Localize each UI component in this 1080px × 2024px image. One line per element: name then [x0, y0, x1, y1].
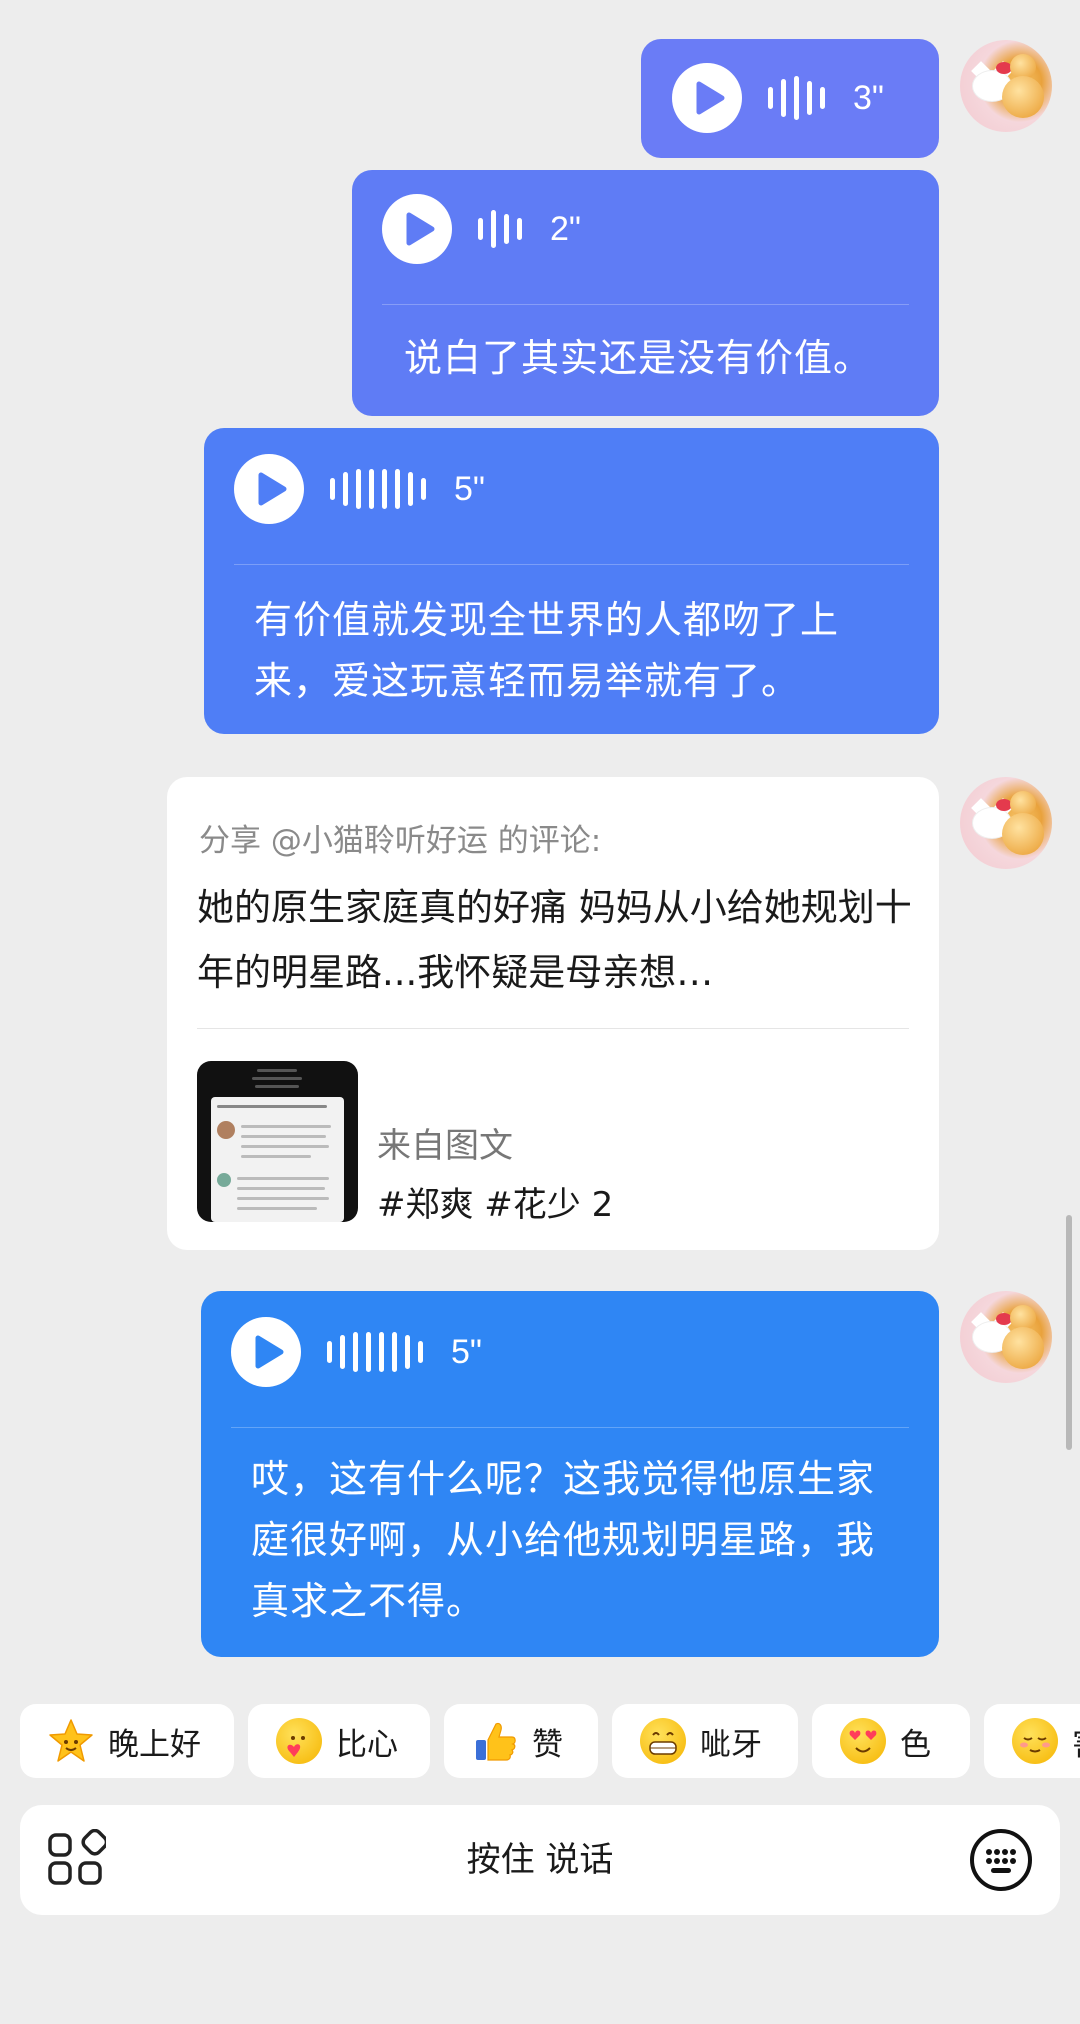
divider [231, 1427, 909, 1428]
user-avatar[interactable] [960, 1291, 1052, 1383]
post-thumbnail[interactable] [197, 1061, 358, 1222]
voice-duration: 5" [451, 1332, 482, 1371]
hold-to-talk-button[interactable]: 按住 说话 [20, 1805, 1060, 1915]
user-avatar[interactable] [960, 40, 1052, 132]
voice-message-bubble[interactable]: 3" [641, 39, 939, 158]
voice-waveform-icon [327, 1327, 423, 1377]
share-header: 分享 @小猫聆听好运 的评论: [199, 823, 602, 859]
heart-eyes-emoji-icon [840, 1718, 886, 1764]
grin-emoji-icon [640, 1718, 686, 1764]
divider [234, 564, 909, 565]
apps-icon[interactable] [46, 1828, 109, 1893]
voice-transcript: 说白了其实还是没有价值。 [404, 336, 873, 380]
voice-transcript: 有价值就发现全世界的人都吻了上来，爱这玩意轻而易举就有了。 [254, 598, 840, 703]
voice-duration: 3" [853, 78, 884, 117]
thumbs-up-emoji-icon [472, 1718, 518, 1764]
post-tags[interactable]: #郑爽 #花少 2 [377, 1177, 613, 1226]
quick-reply-chip[interactable]: 色 [812, 1704, 970, 1778]
quick-reply-label: 赞 [532, 1726, 563, 1763]
voice-duration: 2" [550, 209, 581, 248]
user-avatar[interactable] [960, 777, 1052, 869]
shared-comment-card[interactable]: 分享 @小猫聆听好运 的评论: 她的原生家庭真的好痛 妈妈从小给她规划十年的明星… [167, 777, 939, 1250]
voice-transcript: 哎，这有什么呢？这我觉得他原生家庭很好啊，从小给他规划明星路，我真求之不得。 [251, 1457, 876, 1623]
quick-reply-label: 呲牙 [700, 1726, 762, 1763]
play-icon[interactable] [231, 1317, 301, 1387]
star-face-emoji-icon [48, 1718, 94, 1764]
voice-waveform-icon [478, 204, 522, 254]
shy-emoji-icon [1012, 1718, 1058, 1764]
voice-message-bubble[interactable]: 5" 哎，这有什么呢？这我觉得他原生家庭很好啊，从小给他规划明星路，我真求之不得… [201, 1291, 939, 1657]
post-source: 来自图文 [377, 1126, 513, 1166]
voice-waveform-icon [768, 73, 825, 123]
quick-reply-chip[interactable]: 比心 [248, 1704, 430, 1778]
play-icon[interactable] [672, 63, 742, 133]
quick-reply-chip[interactable]: 害 [984, 1704, 1080, 1778]
keyboard-icon[interactable] [968, 1827, 1034, 1897]
quick-reply-bar: 晚上好 比心 赞 呲牙 色 害 [20, 1704, 1080, 1778]
quick-reply-chip[interactable]: 赞 [444, 1704, 598, 1778]
quick-reply-label: 害 [1072, 1719, 1080, 1764]
quick-reply-label: 晚上好 [108, 1726, 201, 1763]
shared-comment-text: 她的原生家庭真的好痛 妈妈从小给她规划十年的明星路...我怀疑是母亲想… [197, 886, 912, 994]
play-icon[interactable] [234, 454, 304, 524]
voice-message-bubble[interactable]: 5" 有价值就发现全世界的人都吻了上来，爱这玩意轻而易举就有了。 [204, 428, 939, 734]
quick-reply-label: 色 [900, 1726, 931, 1763]
input-bar: 按住 说话 [20, 1805, 1060, 1915]
scrollbar[interactable] [1066, 1215, 1072, 1450]
heart-hands-emoji-icon [276, 1718, 322, 1764]
voice-waveform-icon [330, 464, 426, 514]
play-icon[interactable] [382, 194, 452, 264]
quick-reply-label: 比心 [336, 1726, 398, 1763]
voice-duration: 5" [454, 469, 485, 508]
divider [382, 304, 909, 305]
voice-message-bubble[interactable]: 2" 说白了其实还是没有价值。 [352, 170, 939, 416]
divider [197, 1028, 909, 1029]
quick-reply-chip[interactable]: 晚上好 [20, 1704, 234, 1778]
quick-reply-chip[interactable]: 呲牙 [612, 1704, 798, 1778]
